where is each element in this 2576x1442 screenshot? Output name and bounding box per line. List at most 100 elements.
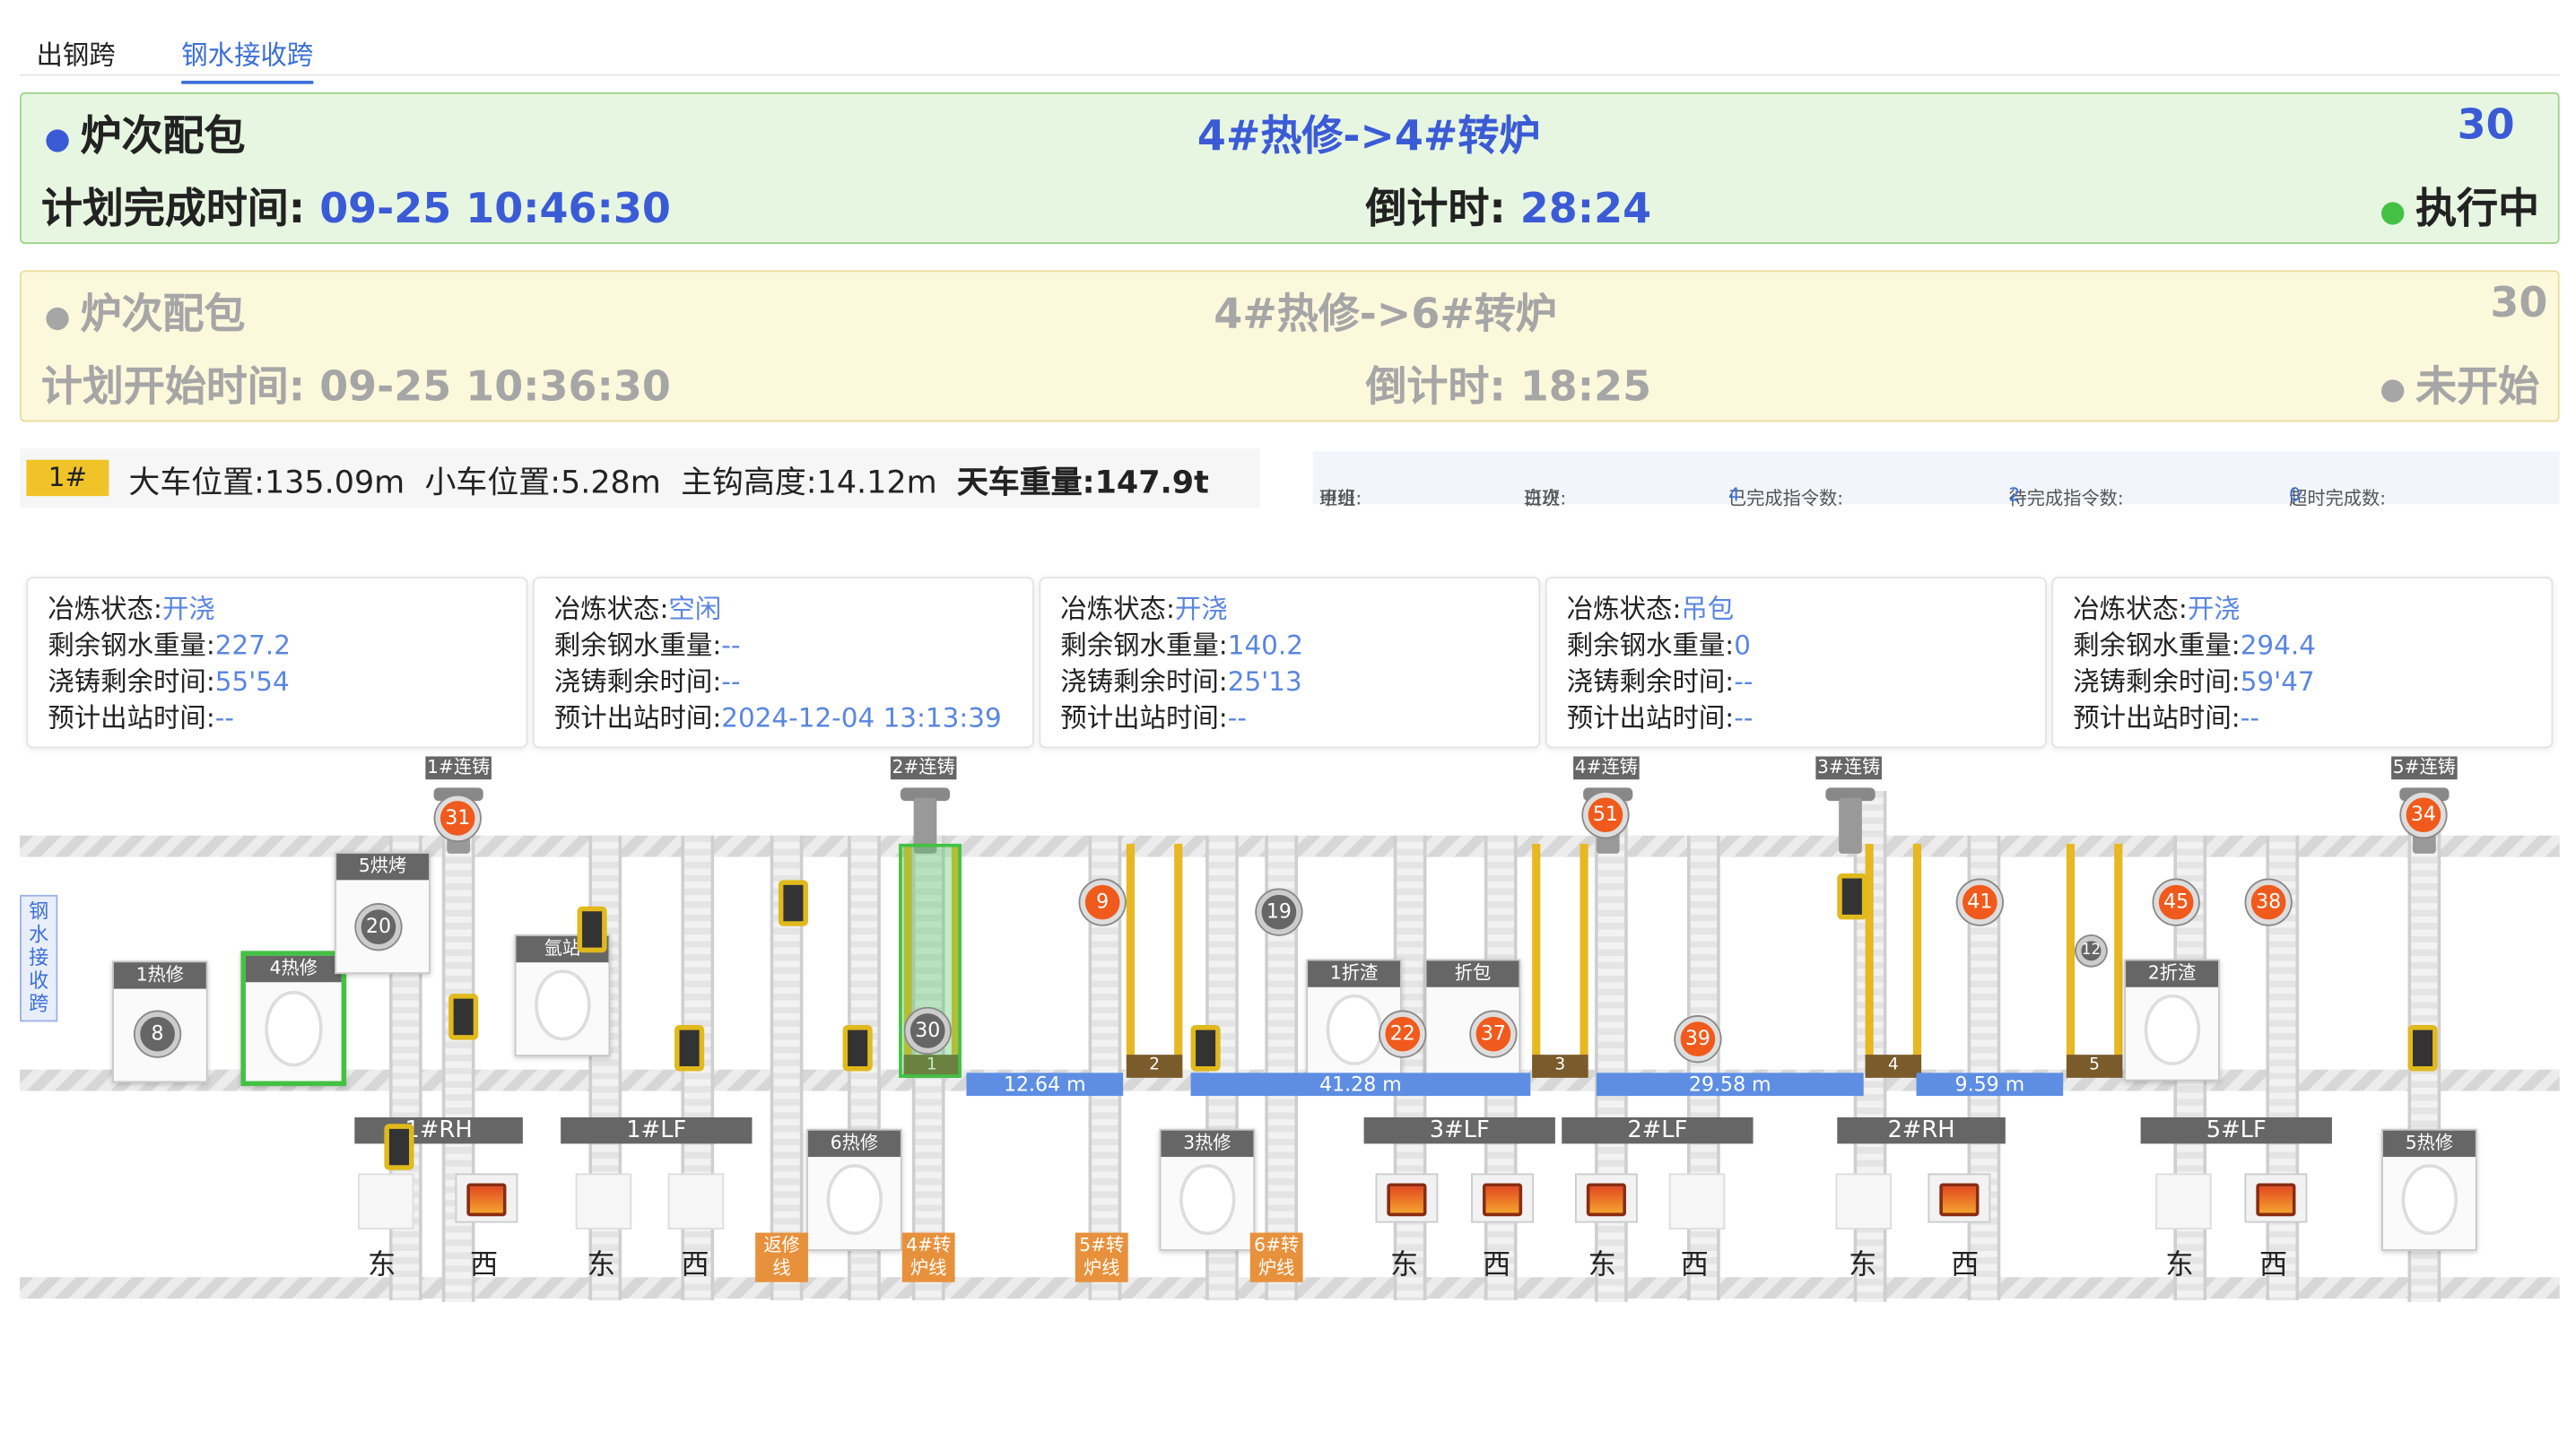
empty-ladle[interactable] xyxy=(448,994,479,1040)
ladle-number[interactable]: 31 xyxy=(435,795,481,841)
field-label: 预计出站时间: xyxy=(553,701,722,734)
molten-steel-icon xyxy=(1482,1183,1523,1217)
station-hot-repair-3[interactable]: 3热修 xyxy=(1159,1128,1256,1251)
panel-row: 预计出站时间:2024-12-04 13:13:39 xyxy=(554,700,1013,736)
furnace-station[interactable] xyxy=(1928,1173,1991,1223)
empty-station[interactable] xyxy=(667,1173,725,1229)
field-value: -- xyxy=(2240,701,2259,734)
direction-label: 东 xyxy=(1588,1248,1616,1282)
plan-countdown: 倒计时: 18:25 xyxy=(1365,362,1652,411)
ladle-number[interactable]: 9 xyxy=(1080,880,1125,925)
field-value: 空闲 xyxy=(668,593,722,625)
plan-title: ● 炉次配包 xyxy=(44,290,246,338)
empty-ladle[interactable] xyxy=(842,1025,873,1072)
field-label: 冶炼状态: xyxy=(48,593,162,625)
distance-label: 12.64 m xyxy=(966,1073,1124,1097)
crane-number: 1# xyxy=(26,459,109,497)
caster-status-panel[interactable]: 冶炼状态:开浇 剩余钢水重量:227.2 浇铸剩余时间:55'54 预计出站时间:-- xyxy=(26,577,528,749)
plan-route: 4#热修->4#转炉 xyxy=(1197,111,1541,161)
empty-ladle[interactable] xyxy=(384,1124,414,1170)
molten-steel-icon xyxy=(1586,1183,1626,1217)
direction-label: 东 xyxy=(2165,1248,2194,1282)
group-label: 3#LF xyxy=(1363,1116,1555,1144)
plan-card-next[interactable]: ● 炉次配包 4#热修->6#转炉 30 计划开始时间: 09-25 10:36:… xyxy=(20,270,2560,422)
ladle-number[interactable]: 30 xyxy=(905,1008,951,1054)
molten-steel-icon xyxy=(1387,1183,1427,1217)
field-value: 开浇 xyxy=(161,593,215,625)
ladle-number[interactable]: 19 xyxy=(1257,890,1301,934)
caster-status-panel[interactable]: 冶炼状态:开浇 剩余钢水重量:140.2 浇铸剩余时间:25'13 预计出站时间:-- xyxy=(1039,577,1541,749)
furnace-station[interactable] xyxy=(1471,1173,1534,1223)
direction-label: 东 xyxy=(368,1248,396,1282)
panel-row: 剩余钢水重量:294.4 xyxy=(2073,628,2531,664)
ladle-number[interactable]: 37 xyxy=(1471,1012,1516,1056)
group-label: 2#LF xyxy=(1562,1116,1754,1144)
direction-label: 东 xyxy=(587,1248,615,1282)
ladle-car-frame[interactable]: 2 xyxy=(1126,843,1183,1078)
field-label: 浇铸剩余时间: xyxy=(1566,665,1735,698)
ladle-number[interactable]: 8 xyxy=(135,1012,180,1056)
caster-status-panel[interactable]: 冶炼状态:吊包 剩余钢水重量:0 浇铸剩余时间:-- 预计出站时间:-- xyxy=(1545,577,2047,749)
plan-card-active[interactable]: ● 炉次配包 4#热修->4#转炉 30 计划完成时间: 09-25 10:46:… xyxy=(20,91,2560,244)
furnace-station[interactable] xyxy=(455,1173,518,1223)
station-slag-2[interactable]: 2折渣 xyxy=(2124,959,2220,1082)
line-label: 返修线 xyxy=(755,1232,808,1282)
empty-station[interactable] xyxy=(575,1173,632,1229)
station-label: 4热修 xyxy=(245,955,342,983)
station-hot-repair-6[interactable]: 6热修 xyxy=(806,1128,902,1251)
station-argon[interactable]: 氩站 xyxy=(514,934,611,1056)
station-hot-repair-5[interactable]: 5热修 xyxy=(2381,1128,2477,1251)
empty-ladle[interactable] xyxy=(2407,1025,2438,1072)
ladle-number[interactable]: 22 xyxy=(1379,1012,1425,1056)
empty-ladle[interactable] xyxy=(1837,873,1867,920)
ladle-number[interactable]: 39 xyxy=(1675,1016,1720,1062)
panel-row: 浇铸剩余时间:-- xyxy=(554,665,1013,700)
ladle-number[interactable]: 20 xyxy=(356,904,401,950)
caster-status-panel[interactable]: 冶炼状态:开浇 剩余钢水重量:294.4 浇铸剩余时间:59'47 预计出站时间:-- xyxy=(2051,577,2554,749)
panel-row: 冶炼状态:吊包 xyxy=(1567,592,2025,628)
caster-status-panel[interactable]: 冶炼状态:空闲 剩余钢水重量:-- 浇铸剩余时间:-- 预计出站时间:2024-12-… xyxy=(532,577,1034,749)
ladle-number[interactable]: 12 xyxy=(2076,935,2107,966)
field-label: 预计出站时间: xyxy=(48,701,215,734)
empty-station[interactable] xyxy=(1835,1173,1892,1229)
empty-ladle[interactable] xyxy=(674,1025,705,1072)
molten-steel-icon xyxy=(1939,1183,1980,1217)
field-label: 预计出站时间: xyxy=(1060,701,1228,734)
ladle-number[interactable]: 51 xyxy=(1583,792,1628,838)
ladle-number[interactable]: 45 xyxy=(2154,880,2198,925)
furnace-station[interactable] xyxy=(1375,1173,1439,1223)
field-value: 294.4 xyxy=(2240,630,2316,661)
caster-tag: 2#连铸 xyxy=(890,756,957,780)
panel-row: 剩余钢水重量:-- xyxy=(554,628,1013,664)
field-label: 浇铸剩余时间: xyxy=(2073,665,2241,698)
empty-station[interactable] xyxy=(357,1173,414,1229)
tab-tapping-bay[interactable]: 出钢跨 xyxy=(36,33,115,73)
direction-label: 东 xyxy=(1390,1248,1419,1282)
group-label: 1#LF xyxy=(561,1116,753,1144)
field-label: 剩余钢水重量: xyxy=(1566,630,1735,661)
station-hot-repair-4[interactable]: 4热修 xyxy=(240,951,347,1087)
crane-readout: 大车位置:135.09m 小车位置:5.28m 主钩高度:14.12m 天车重量… xyxy=(128,465,1209,501)
ladle-number[interactable]: 38 xyxy=(2246,880,2291,925)
track-column xyxy=(441,791,475,1302)
empty-ladle[interactable] xyxy=(1190,1025,1221,1072)
panel-row: 冶炼状态:空闲 xyxy=(554,592,1013,628)
ladle-car-frame[interactable]: 3 xyxy=(1532,843,1588,1078)
empty-ladle[interactable] xyxy=(577,906,607,953)
field-label: 冶炼状态: xyxy=(2073,593,2188,625)
track-column xyxy=(588,835,622,1300)
field-value: 开浇 xyxy=(2187,593,2241,625)
ladle-car-frame[interactable]: 4 xyxy=(1865,843,1922,1078)
empty-ladle[interactable] xyxy=(778,880,808,926)
furnace-station[interactable] xyxy=(1574,1173,1638,1223)
empty-station[interactable] xyxy=(2155,1173,2212,1229)
frame-number: 4 xyxy=(1865,1055,1922,1078)
direction-label: 西 xyxy=(2259,1248,2288,1282)
ladle-number[interactable]: 41 xyxy=(1957,880,2003,925)
field-label: 浇铸剩余时间: xyxy=(553,665,722,698)
caster-tag: 5#连铸 xyxy=(2391,756,2458,780)
furnace-station[interactable] xyxy=(2244,1173,2308,1223)
ladle-number[interactable]: 34 xyxy=(2401,792,2446,838)
empty-station[interactable] xyxy=(1668,1173,1726,1229)
tab-receiving-bay[interactable]: 钢水接收跨 xyxy=(181,33,314,84)
